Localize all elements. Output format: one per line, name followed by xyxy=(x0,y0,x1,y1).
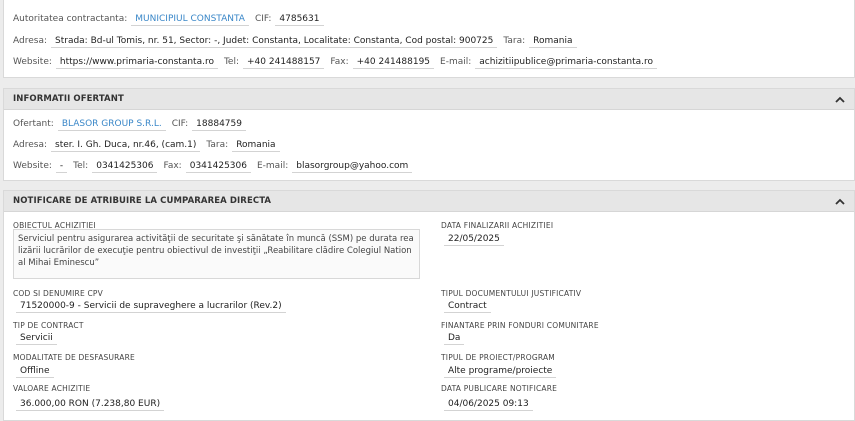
offerer-label: Ofertant: xyxy=(13,119,54,129)
contract-type-value: Servicii xyxy=(16,332,57,345)
contracting-authority-panel: Autoritatea contractanta: MUNICIPIUL CON… xyxy=(3,0,855,78)
doc-type-label: TIPUL DOCUMENTULUI JUSTIFICATIV xyxy=(441,289,582,298)
offerer-address-label: Adresa: xyxy=(13,140,47,150)
publish-date-label: DATA PUBLICARE NOTIFICARE xyxy=(441,384,558,393)
eu-funds-label: FINANTARE PRIN FONDURI COMUNITARE xyxy=(441,321,599,330)
offerer-address-value: ster. I. Gh. Duca, nr.46, (cam.1) xyxy=(51,138,201,152)
mode-label: MODALITATE DE DESFASURARE xyxy=(13,353,135,362)
authority-country-value: Romania xyxy=(529,34,577,48)
offerer-website-value: - xyxy=(55,159,68,173)
offerer-fax-label: Fax: xyxy=(163,161,182,171)
object-description: Serviciul pentru asigurarea activităţii … xyxy=(13,229,420,279)
offerer-email-value: blasorgroup@yahoo.com xyxy=(292,159,413,173)
offerer-contact-row: Website: - Tel: 0341425306 Fax: 03414253… xyxy=(13,158,418,174)
authority-website-value: https://www.primaria-constanta.ro xyxy=(55,55,218,69)
authority-link[interactable]: MUNICIPIUL CONSTANTA xyxy=(131,12,249,26)
value-value: 36.000,00 RON (7.238,80 EUR) xyxy=(16,398,165,411)
offerer-fax-value: 0341425306 xyxy=(185,159,251,173)
offerer-link[interactable]: BLASOR GROUP S.R.L. xyxy=(57,117,166,131)
offerer-address-row: Adresa: ster. I. Gh. Duca, nr.46, (cam.1… xyxy=(13,137,286,153)
authority-tel-value: +40 241488157 xyxy=(243,55,325,69)
authority-contact-row: Website: https://www.primaria-constanta.… xyxy=(13,54,663,70)
authority-address-value: Strada: Bd-ul Tomis, nr. 51, Sector: -, … xyxy=(51,34,498,48)
doc-type-value: Contract xyxy=(444,300,491,313)
offerer-cif-value: 18884759 xyxy=(192,117,246,131)
authority-fax-label: Fax: xyxy=(330,57,349,67)
offerer-row: Ofertant: BLASOR GROUP S.R.L. CIF: 18884… xyxy=(13,116,252,132)
authority-email-label: E-mail: xyxy=(440,57,472,67)
offerer-tel-value: 0341425306 xyxy=(92,159,158,173)
cpv-label: COD SI DENUMIRE CPV xyxy=(13,289,103,298)
project-type-label: TIPUL DE PROIECT/PROGRAM xyxy=(441,353,555,362)
offerer-panel-title: INFORMATII OFERTANT xyxy=(13,94,124,104)
offerer-country-value: Romania xyxy=(232,138,280,152)
authority-address-label: Adresa: xyxy=(13,36,47,46)
authority-address-row: Adresa: Strada: Bd-ul Tomis, nr. 51, Sec… xyxy=(13,33,583,49)
publish-date-value: 04/06/2025 09:13 xyxy=(444,398,533,411)
chevron-up-icon[interactable] xyxy=(834,93,846,105)
authority-label: Autoritatea contractanta: xyxy=(13,14,128,24)
authority-cif-value: 4785631 xyxy=(275,12,324,26)
authority-row: Autoritatea contractanta: MUNICIPIUL CON… xyxy=(13,11,330,27)
offerer-website-label: Website: xyxy=(13,161,52,171)
offerer-panel: INFORMATII OFERTANT Ofertant: BLASOR GRO… xyxy=(3,88,855,181)
project-type-value: Alte programe/proiecte xyxy=(444,365,557,378)
eu-funds-value: Da xyxy=(444,332,465,345)
authority-country-label: Tara: xyxy=(503,36,526,46)
authority-email-value: achizitiipublice@primaria-constanta.ro xyxy=(475,55,657,69)
contract-type-label: TIP DE CONTRACT xyxy=(13,321,84,330)
award-notice-panel-title: NOTIFICARE DE ATRIBUIRE LA CUMPARAREA DI… xyxy=(13,196,272,206)
cpv-value: 71520000-9 - Servicii de supraveghere a … xyxy=(16,300,286,313)
offerer-country-label: Tara: xyxy=(206,140,229,150)
award-notice-panel: NOTIFICARE DE ATRIBUIRE LA CUMPARAREA DI… xyxy=(3,190,855,421)
offerer-cif-label: CIF: xyxy=(171,119,189,129)
mode-value: Offline xyxy=(16,365,54,378)
chevron-up-icon[interactable] xyxy=(834,195,846,207)
offerer-email-label: E-mail: xyxy=(256,161,289,171)
value-label: VALOARE ACHIZITIE xyxy=(13,384,91,393)
offerer-panel-header[interactable]: INFORMATII OFERTANT xyxy=(4,89,854,110)
finalization-date-value: 22/05/2025 xyxy=(444,233,504,246)
authority-fax-value: +40 241488195 xyxy=(352,55,435,69)
authority-tel-label: Tel: xyxy=(223,57,240,67)
authority-cif-label: CIF: xyxy=(254,14,272,24)
authority-website-label: Website: xyxy=(13,57,52,67)
offerer-tel-label: Tel: xyxy=(73,161,89,171)
award-notice-panel-header[interactable]: NOTIFICARE DE ATRIBUIRE LA CUMPARAREA DI… xyxy=(4,191,854,212)
finalization-date-label: DATA FINALIZARII ACHIZITIEI xyxy=(441,221,554,230)
